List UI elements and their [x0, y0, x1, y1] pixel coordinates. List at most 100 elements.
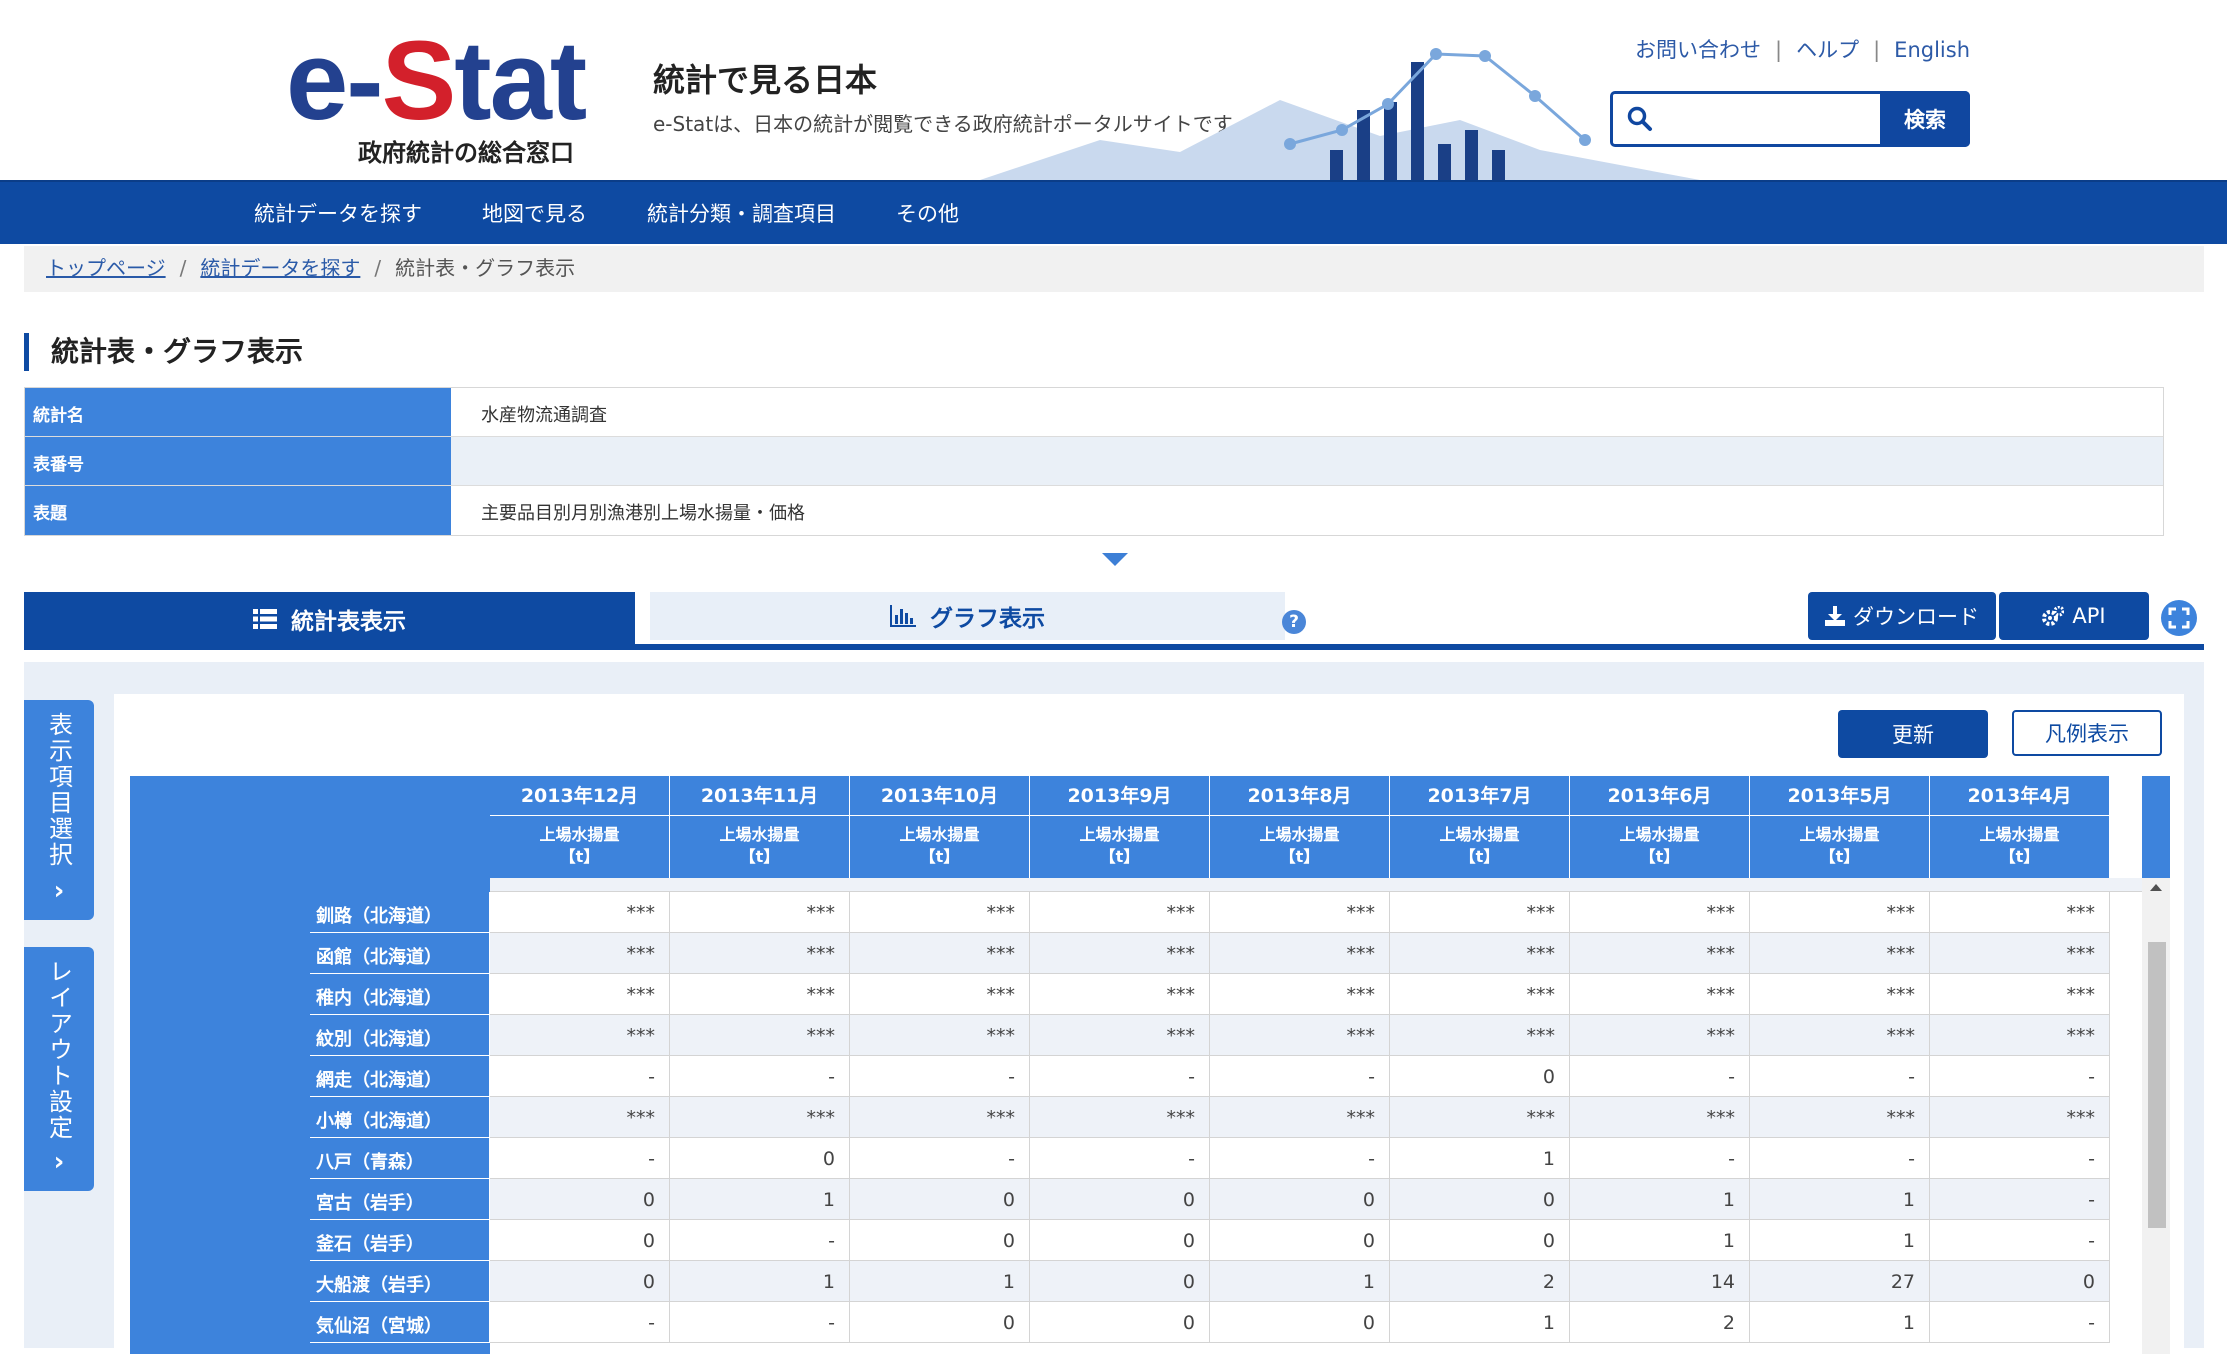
row-header: 八戸（青森）: [310, 1138, 490, 1179]
nav-item-map[interactable]: 地図で見る: [482, 198, 587, 228]
table-cell: -: [1570, 1056, 1750, 1097]
table-cell: -: [850, 1056, 1030, 1097]
download-icon: [1825, 606, 1845, 626]
search-box[interactable]: 検索: [1610, 91, 1970, 147]
help-icon[interactable]: ?: [1282, 610, 1306, 634]
tab-table-view[interactable]: 統計表表示: [24, 592, 635, 646]
download-button[interactable]: ダウンロード: [1808, 592, 1996, 640]
gears-icon: [2042, 606, 2065, 626]
table-cell: ***: [1210, 1097, 1390, 1138]
table-cell: 0: [1030, 1302, 1210, 1343]
nav-item-find-data[interactable]: 統計データを探す: [254, 198, 422, 228]
table-cell: -: [1930, 1220, 2110, 1261]
column-measure: 上場水揚量 【t】: [539, 825, 620, 866]
column-header: 2013年7月 上場水揚量 【t】: [1390, 776, 1570, 878]
expand-metadata-icon[interactable]: [1102, 553, 1128, 566]
column-measure: 上場水揚量 【t】: [1439, 825, 1520, 866]
column-date: 2013年12月: [490, 776, 669, 816]
breadcrumb-current: 統計表・グラフ表示: [395, 256, 576, 280]
table-scrollbar[interactable]: [2142, 878, 2170, 1354]
table-cell: ***: [490, 1097, 670, 1138]
site-header: e-Stat 政府統計の総合窓口 統計で見る日本 e-Statは、日本の統計が閲…: [0, 0, 2227, 180]
table-cell: ***: [1030, 1015, 1210, 1056]
table-cell: ***: [1930, 1015, 2110, 1056]
legend-button[interactable]: 凡例表示: [2012, 710, 2162, 756]
breadcrumb-top[interactable]: トップページ: [46, 256, 166, 280]
table-cell: 0: [490, 1220, 670, 1261]
table-cell: ***: [1750, 974, 1930, 1015]
table-cell: 0: [1030, 1220, 1210, 1261]
meta-value: [451, 437, 2163, 485]
table-cell: -: [1210, 1138, 1390, 1179]
table-cell: -: [490, 1302, 670, 1343]
table-cell: ***: [1750, 892, 1930, 933]
table-row: 網走（北海道） - - - - -0- - -: [310, 1056, 2110, 1097]
english-link[interactable]: English: [1894, 38, 1970, 62]
scroll-up-icon[interactable]: [2150, 884, 2162, 891]
breadcrumb: トップページ / 統計データを探す / 統計表・グラフ表示: [24, 246, 2204, 292]
estat-logo[interactable]: e-Stat 政府統計の総合窓口: [286, 25, 587, 168]
table-cell: ***: [1390, 933, 1570, 974]
tab-graph-view[interactable]: グラフ表示: [650, 592, 1285, 640]
nav-item-other[interactable]: その他: [896, 198, 959, 228]
table-cell: ***: [670, 892, 850, 933]
table-cell: 1: [670, 1179, 850, 1220]
meta-key: 統計名: [25, 388, 451, 436]
table-cell: -: [670, 1302, 850, 1343]
scroll-thumb[interactable]: [2148, 942, 2166, 1228]
table-cell: -: [1570, 1138, 1750, 1179]
display-item-select-button[interactable]: 表示項目選択 ›: [24, 700, 94, 920]
table-cell: ***: [670, 974, 850, 1015]
column-header: 2013年12月 上場水揚量 【t】: [490, 776, 670, 878]
table-cell: 2: [1570, 1302, 1750, 1343]
table-cell: ***: [850, 933, 1030, 974]
table-cell: ***: [1030, 974, 1210, 1015]
table-cell: ***: [1570, 933, 1750, 974]
row-header: 釧路（北海道）: [310, 892, 490, 933]
table-cell: 1: [1570, 1179, 1750, 1220]
column-date: 2013年5月: [1750, 776, 1929, 816]
chevron-right-icon: ›: [53, 876, 65, 906]
table-row: 稚内（北海道） *** *** *** *** *** *** *** *** ***: [310, 974, 2110, 1015]
meta-row-table-number: 表番号: [25, 437, 2163, 486]
meta-value: 水産物流通調査: [451, 388, 2163, 436]
bar-chart-icon: [890, 605, 916, 627]
column-measure: 上場水揚量 【t】: [899, 825, 980, 866]
table-cell: 0: [1390, 1220, 1570, 1261]
table-cell: ***: [1030, 892, 1210, 933]
table-cell: 2: [1390, 1261, 1570, 1302]
search-icon: [1627, 106, 1652, 131]
table-cell: ***: [1570, 1097, 1750, 1138]
table-cell: ***: [1210, 1015, 1390, 1056]
contact-link[interactable]: お問い合わせ: [1635, 38, 1761, 62]
table-cell: ***: [1390, 892, 1570, 933]
utility-links: お問い合わせ | ヘルプ | English: [1635, 38, 1970, 62]
table-row: 八戸（青森） -0- - -1- - -: [310, 1138, 2110, 1179]
table-cell: 27: [1750, 1261, 1930, 1302]
table-cell: 0: [850, 1220, 1030, 1261]
table-cell: ***: [1930, 892, 2110, 933]
table-cell: ***: [1930, 974, 2110, 1015]
help-link[interactable]: ヘルプ: [1796, 38, 1859, 62]
row-header: 釜石（岩手）: [310, 1220, 490, 1261]
column-date: 2013年7月: [1390, 776, 1569, 816]
breadcrumb-find-data[interactable]: 統計データを探す: [200, 256, 360, 280]
fullscreen-icon[interactable]: [2161, 600, 2197, 636]
table-metadata: 統計名 水産物流通調査 表番号 表題 主要品目別月別漁港別上場水揚量・価格: [24, 387, 2164, 536]
table-cell: ***: [1390, 1015, 1570, 1056]
api-button[interactable]: API: [1999, 592, 2149, 640]
search-button[interactable]: 検索: [1880, 91, 1970, 147]
logo-subtitle: 政府統計の総合窓口: [358, 139, 574, 167]
main-nav: 統計データを探す 地図で見る 統計分類・調査項目 その他: [0, 180, 2227, 244]
meta-value: 主要品目別月別漁港別上場水揚量・価格: [451, 486, 2163, 535]
column-date: 2013年11月: [670, 776, 849, 816]
table-cell: -: [1930, 1302, 2110, 1343]
update-button[interactable]: 更新: [1838, 710, 1988, 758]
row-header: 網走（北海道）: [310, 1056, 490, 1097]
row-header: 大船渡（岩手）: [310, 1261, 490, 1302]
table-cell: ***: [1390, 1097, 1570, 1138]
layout-settings-button[interactable]: レイアウト設定 ›: [24, 947, 94, 1191]
nav-item-classification[interactable]: 統計分類・調査項目: [647, 198, 836, 228]
column-measure: 上場水揚量 【t】: [1979, 825, 2060, 866]
table-cell: ***: [670, 933, 850, 974]
